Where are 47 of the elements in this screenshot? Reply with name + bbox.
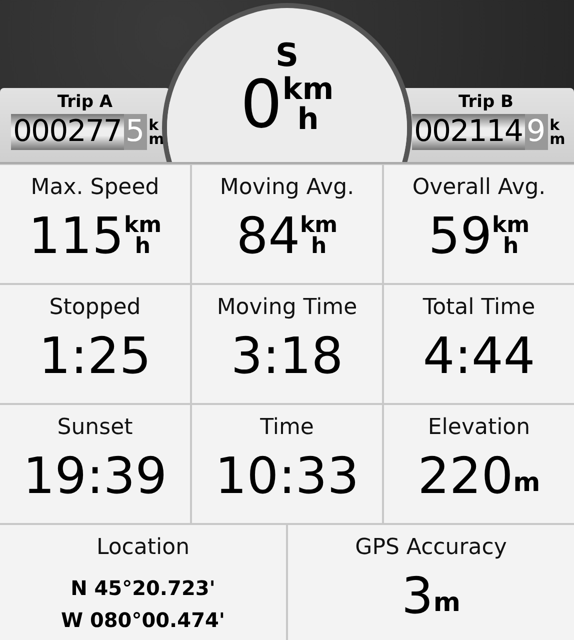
unit-label: m <box>433 588 460 618</box>
field-value: 84 <box>236 206 300 266</box>
trip-label: Trip A <box>57 92 113 112</box>
odometer-fraction: 9 <box>524 114 548 150</box>
unit-label: h <box>134 236 151 257</box>
data-field[interactable]: Total Time 4:44 <box>384 285 574 403</box>
unit-label: km <box>300 215 338 236</box>
data-field[interactable]: Elevation 220m <box>384 405 574 523</box>
odometer-reading: 002114 <box>412 114 524 150</box>
coordinate-text: W 080°00.474' <box>60 607 226 634</box>
field-value: 19:39 <box>22 446 168 506</box>
data-field[interactable]: Moving Time 3:18 <box>192 285 382 403</box>
coordinate-text: N 45°20.723' <box>70 575 216 602</box>
field-value: 3:18 <box>230 326 344 386</box>
field-label: Sunset <box>57 415 133 440</box>
data-field[interactable]: Sunset 19:39 <box>0 405 190 523</box>
field-label: Overall Avg. <box>412 175 546 200</box>
field-value: 59 <box>428 206 492 266</box>
field-label: Elevation <box>428 415 530 440</box>
field-value: 1:25 <box>38 326 152 386</box>
field-value: 115 <box>28 206 124 266</box>
field-value: 10:33 <box>214 446 360 506</box>
field-label: Max. Speed <box>30 175 160 200</box>
unit-label: m <box>513 468 540 498</box>
field-label: Total Time <box>422 295 536 320</box>
field-label: Moving Avg. <box>220 175 354 200</box>
unit-label: h <box>297 105 319 135</box>
data-field[interactable]: Stopped 1:25 <box>0 285 190 403</box>
field-label: Location <box>96 535 190 560</box>
field-value: 3 <box>402 566 434 626</box>
field-label: GPS Accuracy <box>355 535 507 560</box>
trip-label: Trip B <box>458 92 514 112</box>
field-value: 220 <box>418 446 514 506</box>
unit-label: km <box>282 75 334 105</box>
unit-label: km <box>124 215 162 236</box>
field-label: Stopped <box>49 295 141 320</box>
field-label: Time <box>260 415 314 440</box>
field-value: 4:44 <box>422 326 536 386</box>
field-label: Moving Time <box>216 295 358 320</box>
odometer-reading: 000277 <box>10 114 124 150</box>
unit-label: h <box>502 236 519 257</box>
unit-label: km <box>492 215 530 236</box>
unit-label: h <box>310 236 327 257</box>
data-field[interactable]: Time 10:33 <box>192 405 382 523</box>
odometer-fraction: 5 <box>124 114 147 150</box>
data-field[interactable]: Location N 45°20.723' W 080°00.474' <box>0 525 286 640</box>
data-field[interactable]: GPS Accuracy 3 m <box>288 525 574 640</box>
